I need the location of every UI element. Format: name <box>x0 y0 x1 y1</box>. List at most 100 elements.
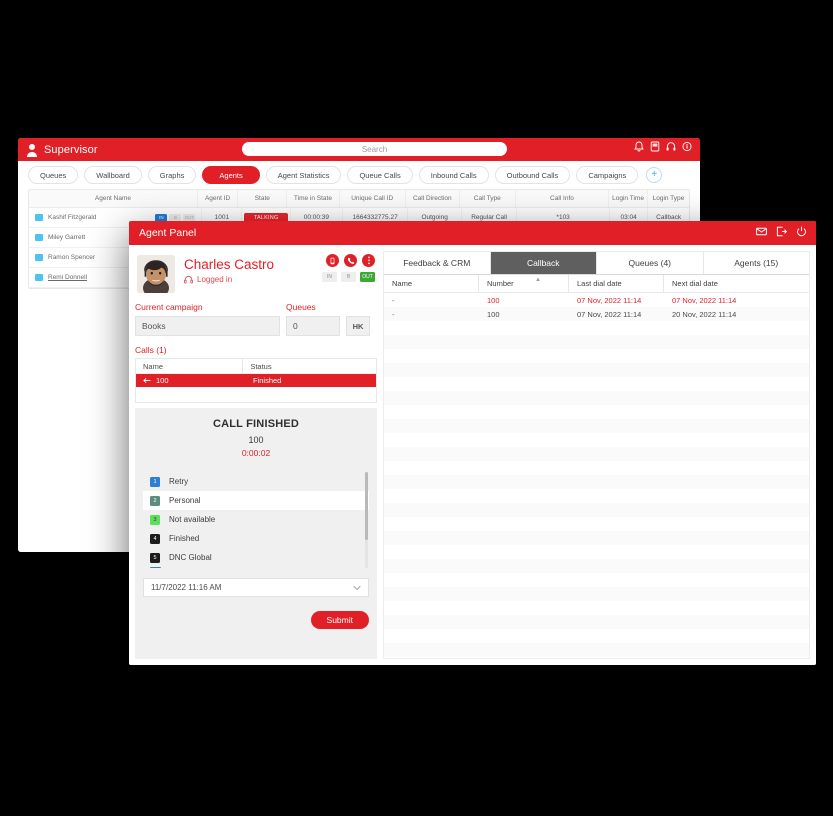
info-icon[interactable] <box>682 141 692 152</box>
empty-row <box>384 489 809 503</box>
column-call-info[interactable]: Call Info <box>516 190 610 207</box>
disposition-list[interactable]: 1 Retry 2 Personal 3 Not available 4 Fin… <box>143 472 369 568</box>
tab-queues[interactable]: Queues <box>28 166 79 184</box>
tab-agents[interactable]: Agents (15) <box>703 252 809 274</box>
calls-table-empty-row <box>136 387 376 402</box>
call-name-value: 100 <box>156 376 169 385</box>
calls-table-row[interactable]: 100 Finished <box>136 374 376 387</box>
io-button-b[interactable]: B <box>341 272 356 282</box>
cell-last-dial-date: 07 Nov, 2022 11:14 <box>577 295 642 305</box>
arrow-left-icon <box>143 377 151 384</box>
cell-name: - <box>392 295 395 305</box>
column-number[interactable]: Number ▲ <box>479 275 569 292</box>
empty-row <box>384 475 809 489</box>
cell-name: - <box>392 309 395 319</box>
cell-last-dial-date: 07 Nov, 2022 11:14 <box>577 309 642 319</box>
column-call-status[interactable]: Status <box>243 359 376 373</box>
screenshot-stage: Supervisor Search Queues Wallboard Graph… <box>0 0 833 816</box>
column-agent-id[interactable]: Agent ID <box>198 190 239 207</box>
tab-campaigns[interactable]: Campaigns <box>576 166 639 184</box>
submit-row: Submit <box>143 611 369 629</box>
agent-status: Logged in <box>184 275 274 284</box>
device-icon[interactable] <box>650 141 660 152</box>
empty-row <box>384 601 809 615</box>
tab-outbound-calls[interactable]: Outbound Calls <box>494 166 571 184</box>
column-state[interactable]: State <box>238 190 288 207</box>
empty-row <box>384 377 809 391</box>
empty-row <box>384 503 809 517</box>
column-last-dial-date[interactable]: Last dial date <box>569 275 664 292</box>
column-call-type[interactable]: Call Type <box>460 190 516 207</box>
disposition-label: DNC Global <box>169 553 212 562</box>
hk-button[interactable]: HK <box>346 316 370 336</box>
queues-label: Queues <box>286 302 316 312</box>
column-name[interactable]: Name <box>384 275 479 292</box>
disposition-item-dnc-global[interactable]: 5 DNC Global <box>143 548 369 567</box>
table-row[interactable]: - 100 07 Nov, 2022 11:14 20 Nov, 2022 11… <box>384 307 809 321</box>
call-icon[interactable] <box>344 254 357 267</box>
agent-meta: Charles Castro Logged in <box>184 255 274 284</box>
mobile-icon[interactable] <box>326 254 339 267</box>
empty-row <box>384 405 809 419</box>
column-time-in-state[interactable]: Time in State <box>287 190 340 207</box>
disposition-item-personal[interactable]: 2 Personal <box>143 491 369 510</box>
column-agent-name[interactable]: Agent Name <box>29 190 198 207</box>
queues-field[interactable]: 0 <box>286 316 340 336</box>
callback-date-value: 11/7/2022 11:16 AM <box>151 583 222 592</box>
disposition-item-partial[interactable] <box>150 567 161 568</box>
io-button-out[interactable]: OUT <box>360 272 375 282</box>
tab-graphs[interactable]: Graphs <box>147 166 197 184</box>
tab-callback[interactable]: Callback <box>490 252 597 274</box>
more-vertical-icon[interactable] <box>362 254 375 267</box>
empty-row <box>384 531 809 545</box>
column-call-name[interactable]: Name <box>136 359 244 373</box>
tab-inbound-calls[interactable]: Inbound Calls <box>418 166 489 184</box>
disposition-label: Not available <box>169 515 216 524</box>
empty-row <box>384 419 809 433</box>
agent-panel-title: Agent Panel <box>139 227 197 239</box>
search-input[interactable]: Search <box>242 142 507 156</box>
mail-icon[interactable] <box>756 226 767 237</box>
power-icon[interactable] <box>796 226 807 237</box>
callback-date-select[interactable]: 11/7/2022 11:16 AM <box>143 578 369 597</box>
tab-wallboard[interactable]: Wallboard <box>84 166 142 184</box>
tab-feedback-crm[interactable]: Feedback & CRM <box>384 252 491 274</box>
disposition-scrollbar[interactable] <box>365 472 368 568</box>
column-unique-call-id[interactable]: Unique Call ID <box>340 190 406 207</box>
agent-io-buttons: IN B OUT <box>322 272 375 282</box>
column-next-dial-date[interactable]: Next dial date <box>664 275 809 292</box>
call-finished-panel: CALL FINISHED 100 0:00:02 1 Retry 2 Pers… <box>135 408 377 659</box>
disposition-key-2: 2 <box>150 495 160 506</box>
tab-queue-calls[interactable]: Queue Calls <box>347 166 413 184</box>
headset-icon <box>184 275 193 284</box>
agent-name-label[interactable]: Remi Donnell <box>48 274 87 281</box>
column-call-direction[interactable]: Call Direction <box>406 190 460 207</box>
bell-icon[interactable] <box>634 141 644 152</box>
submit-button[interactable]: Submit <box>310 611 369 629</box>
callback-table-header: Name Number ▲ Last dial date Next dial d… <box>384 275 809 293</box>
calls-table: Name Status 100 Finished <box>135 358 377 403</box>
empty-row <box>384 559 809 573</box>
empty-row <box>384 643 809 657</box>
logout-icon[interactable] <box>776 226 787 237</box>
supervisor-header-icons <box>634 141 692 152</box>
disposition-item-finished[interactable]: 4 Finished <box>143 529 369 548</box>
empty-row <box>384 447 809 461</box>
disposition-item-not-available[interactable]: 3 Not available <box>143 510 369 529</box>
table-row[interactable]: - 100 07 Nov, 2022 11:14 07 Nov, 2022 11… <box>384 293 809 307</box>
column-login-type[interactable]: Login Type <box>648 190 689 207</box>
tab-agents[interactable]: Agents <box>202 166 260 184</box>
io-button-in[interactable]: IN <box>322 272 337 282</box>
empty-row <box>384 517 809 531</box>
agent-panel-window: Agent Panel Charles Castro Logged in IN … <box>129 221 816 665</box>
column-login-time[interactable]: Login Time <box>609 190 648 207</box>
disposition-key-3: 3 <box>150 514 160 525</box>
agent-name: Charles Castro <box>184 257 275 272</box>
disposition-item-retry[interactable]: 1 Retry <box>143 472 369 491</box>
add-tab-button[interactable]: + <box>646 167 663 183</box>
disposition-label: Retry <box>169 477 189 486</box>
tab-agent-statistics[interactable]: Agent Statistics <box>265 166 342 184</box>
tab-queues[interactable]: Queues (4) <box>597 252 704 274</box>
current-campaign-field[interactable]: Books <box>135 316 280 336</box>
headset-icon[interactable] <box>666 141 676 152</box>
